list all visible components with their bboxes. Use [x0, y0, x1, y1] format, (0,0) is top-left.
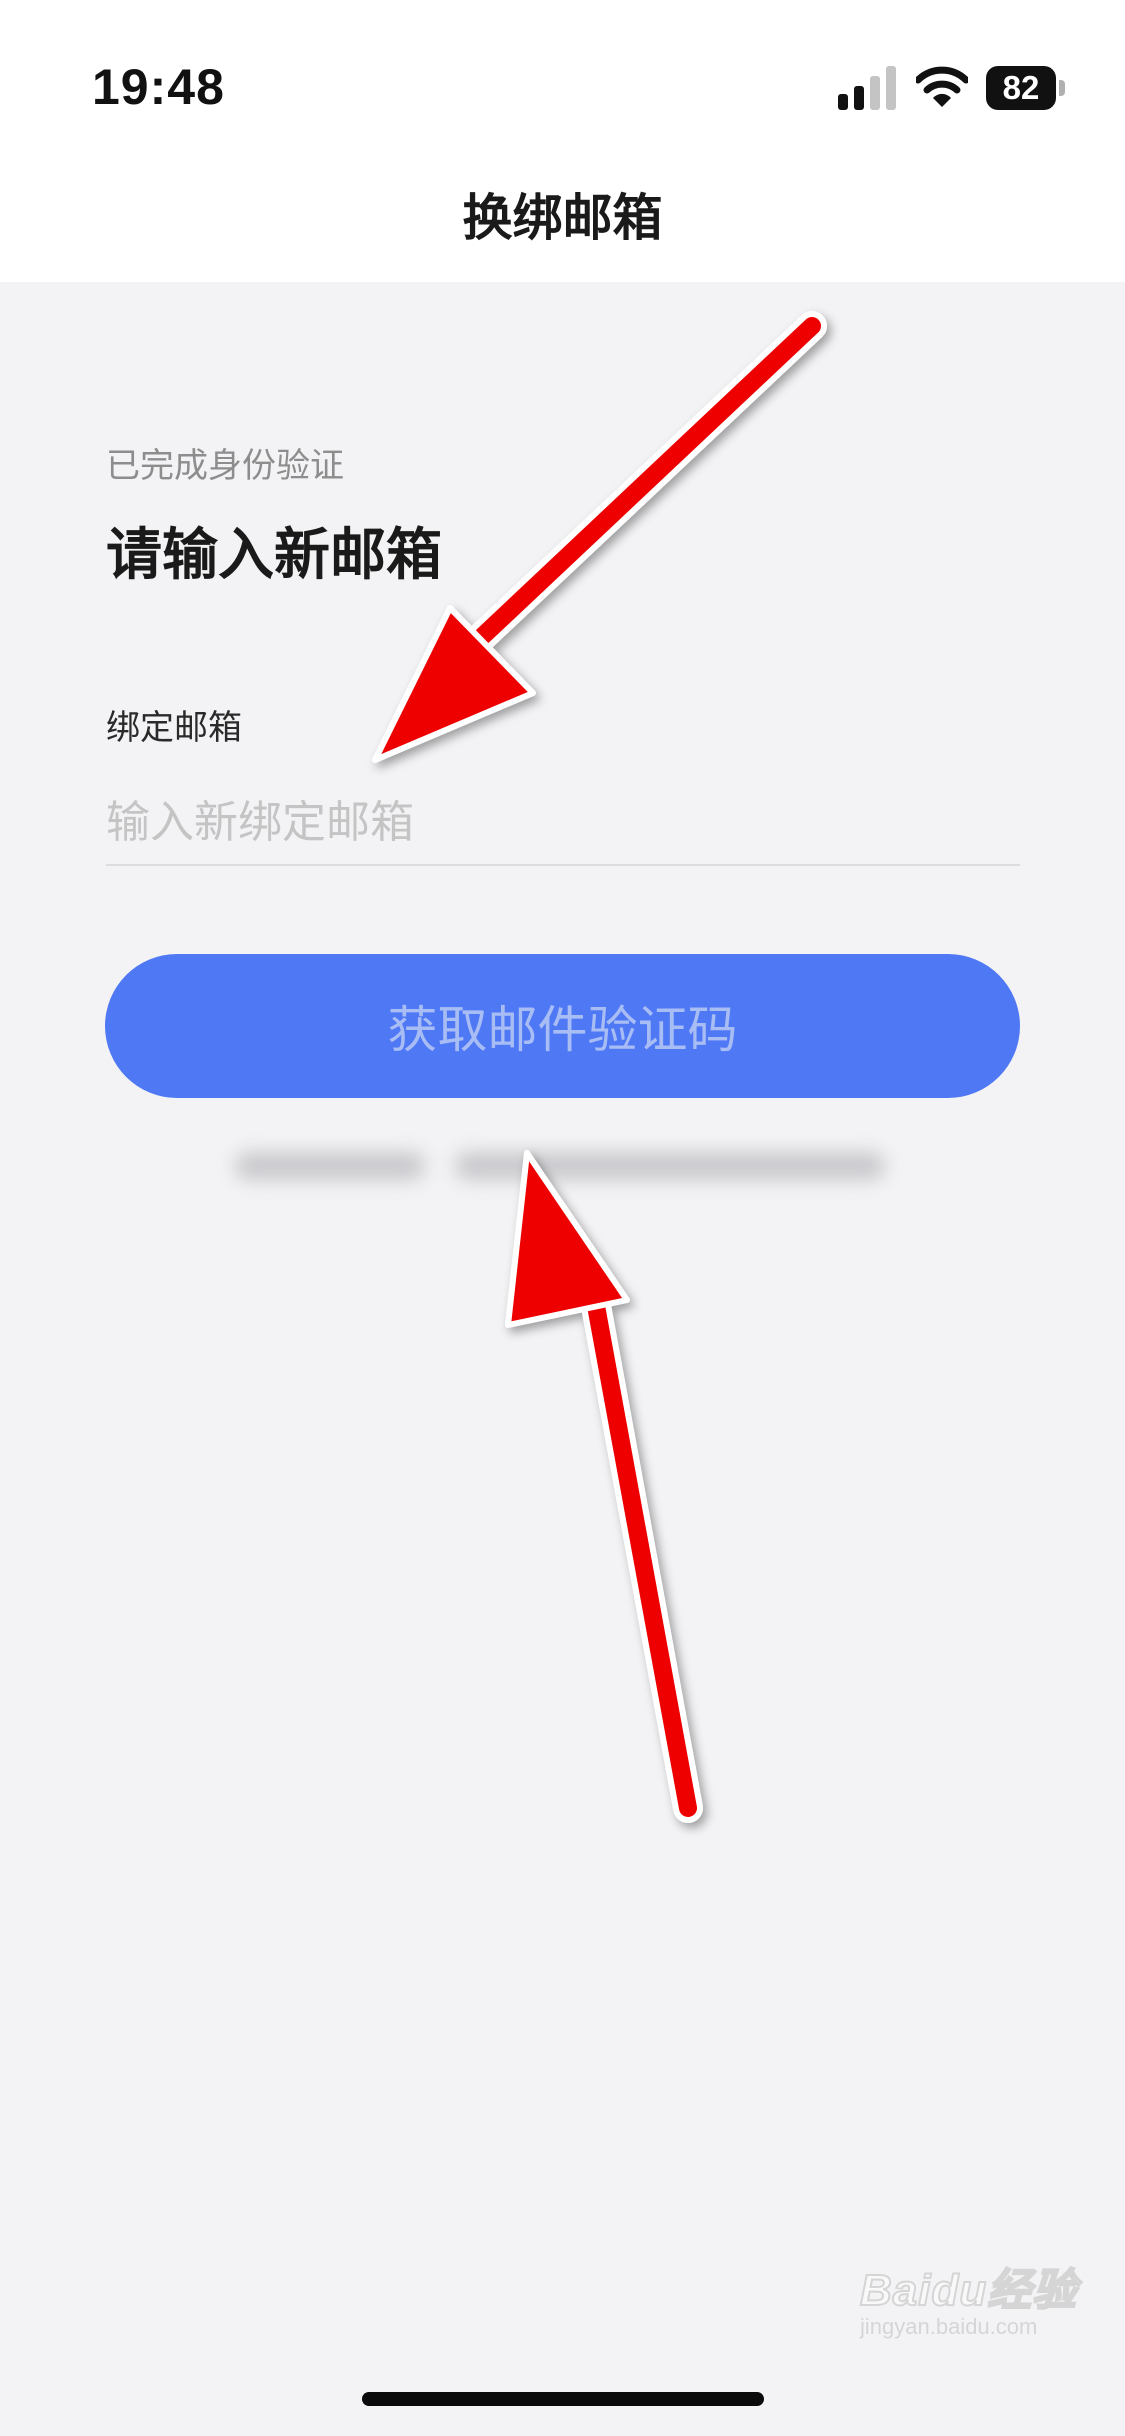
- blurred-hint-text: [225, 1134, 895, 1194]
- wifi-icon: [916, 66, 968, 107]
- annotation-arrow-to-button: [505, 1150, 703, 1823]
- signal-icon: [838, 66, 896, 110]
- watermark-url: jingyan.baidu.com: [860, 2314, 1038, 2339]
- watermark-brand: Baidu经验: [859, 2265, 1078, 2316]
- annotation-overlay: [372, 311, 827, 1823]
- battery-level: 82: [1002, 69, 1040, 106]
- page-title: 换绑邮箱: [462, 189, 663, 247]
- battery-icon: 82: [986, 66, 1066, 110]
- status-time: 19:48: [92, 59, 225, 115]
- status-bar: 19:48 82: [0, 0, 1125, 160]
- nav-bar: 换绑邮箱: [0, 160, 1125, 282]
- email-input[interactable]: [106, 780, 1020, 866]
- get-email-code-button[interactable]: 获取邮件验证码: [105, 954, 1020, 1098]
- home-indicator[interactable]: [362, 2392, 764, 2406]
- form-heading: 请输入新邮箱: [106, 523, 442, 588]
- verification-status-text: 已完成身份验证: [106, 446, 344, 486]
- battery-cap: [1059, 80, 1065, 96]
- email-field-label: 绑定邮箱: [106, 708, 242, 748]
- baidu-watermark: Baidu经验 jingyan.baidu.com: [859, 2240, 1100, 2350]
